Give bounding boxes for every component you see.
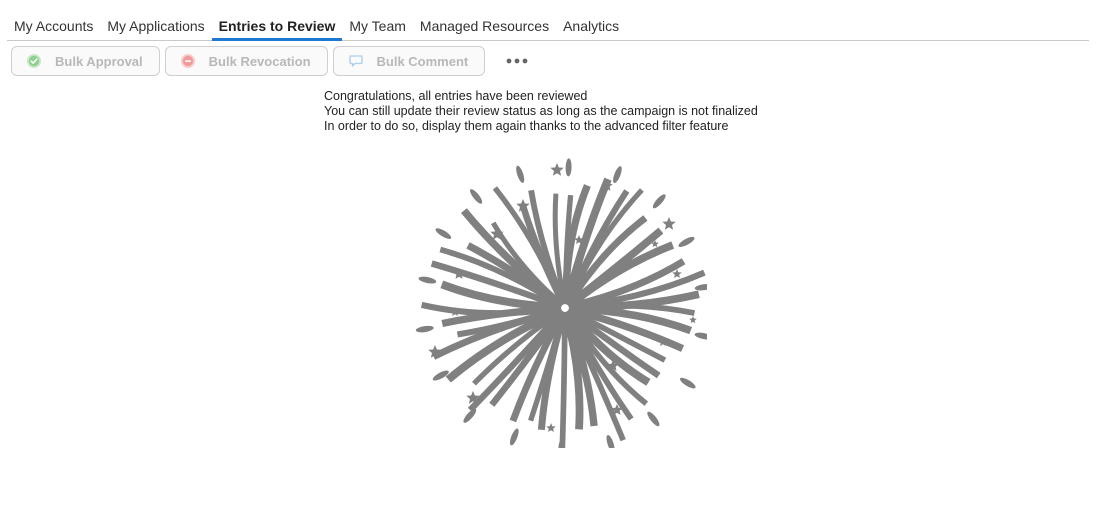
firework-droplet [652,194,666,209]
star-icon [546,423,556,432]
star-icon [689,316,697,324]
firework-droplet [418,276,437,284]
star-icon [662,217,676,230]
fireworks-illustration [407,158,713,458]
tab-my-applications[interactable]: My Applications [100,12,211,40]
bulk-comment-label: Bulk Comment [376,53,469,69]
bulk-approval-button[interactable]: Bulk Approval [11,46,160,76]
check-circle-icon [26,53,42,69]
review-complete-message: Congratulations, all entries have been r… [324,89,758,134]
firework-droplet [679,377,696,389]
star-icon [550,163,564,176]
message-line-2: You can still update their review status… [324,104,758,118]
bulk-revocation-label: Bulk Revocation [208,53,311,69]
firework-droplet [613,166,622,184]
firework-droplet [516,165,525,183]
message-line-3: In order to do so, display them again th… [324,119,729,133]
tab-my-team[interactable]: My Team [342,12,413,40]
main-tabs: My Accounts My Applications Entries to R… [7,12,1089,41]
firework-droplet [509,428,519,446]
bulk-toolbar: Bulk Approval Bulk Revocation Bulk Comme… [11,46,532,76]
bulk-comment-button[interactable]: Bulk Comment [332,46,486,76]
tab-managed-resources[interactable]: Managed Resources [413,12,556,40]
tab-my-accounts[interactable]: My Accounts [7,12,100,40]
firework-droplet [470,189,483,204]
firework-droplet [606,435,615,453]
firework-ray [559,311,568,449]
firework-droplet [694,332,713,340]
firework-droplet [694,283,713,291]
minus-circle-icon [180,53,196,69]
firework-droplet [647,411,660,427]
more-actions-button[interactable] [502,47,532,75]
fireworks-icon [415,158,713,458]
firework-droplet [435,228,452,239]
firework-droplet [678,236,695,247]
ellipsis-icon [506,58,528,64]
bulk-approval-label: Bulk Approval [55,53,143,69]
tab-analytics[interactable]: Analytics [556,12,626,40]
firework-droplet [415,325,434,333]
bulk-revocation-button[interactable]: Bulk Revocation [164,46,328,76]
comment-icon [348,53,364,69]
firework-droplet [565,158,572,177]
tab-entries-to-review[interactable]: Entries to Review [211,12,343,41]
message-line-1: Congratulations, all entries have been r… [324,89,588,103]
